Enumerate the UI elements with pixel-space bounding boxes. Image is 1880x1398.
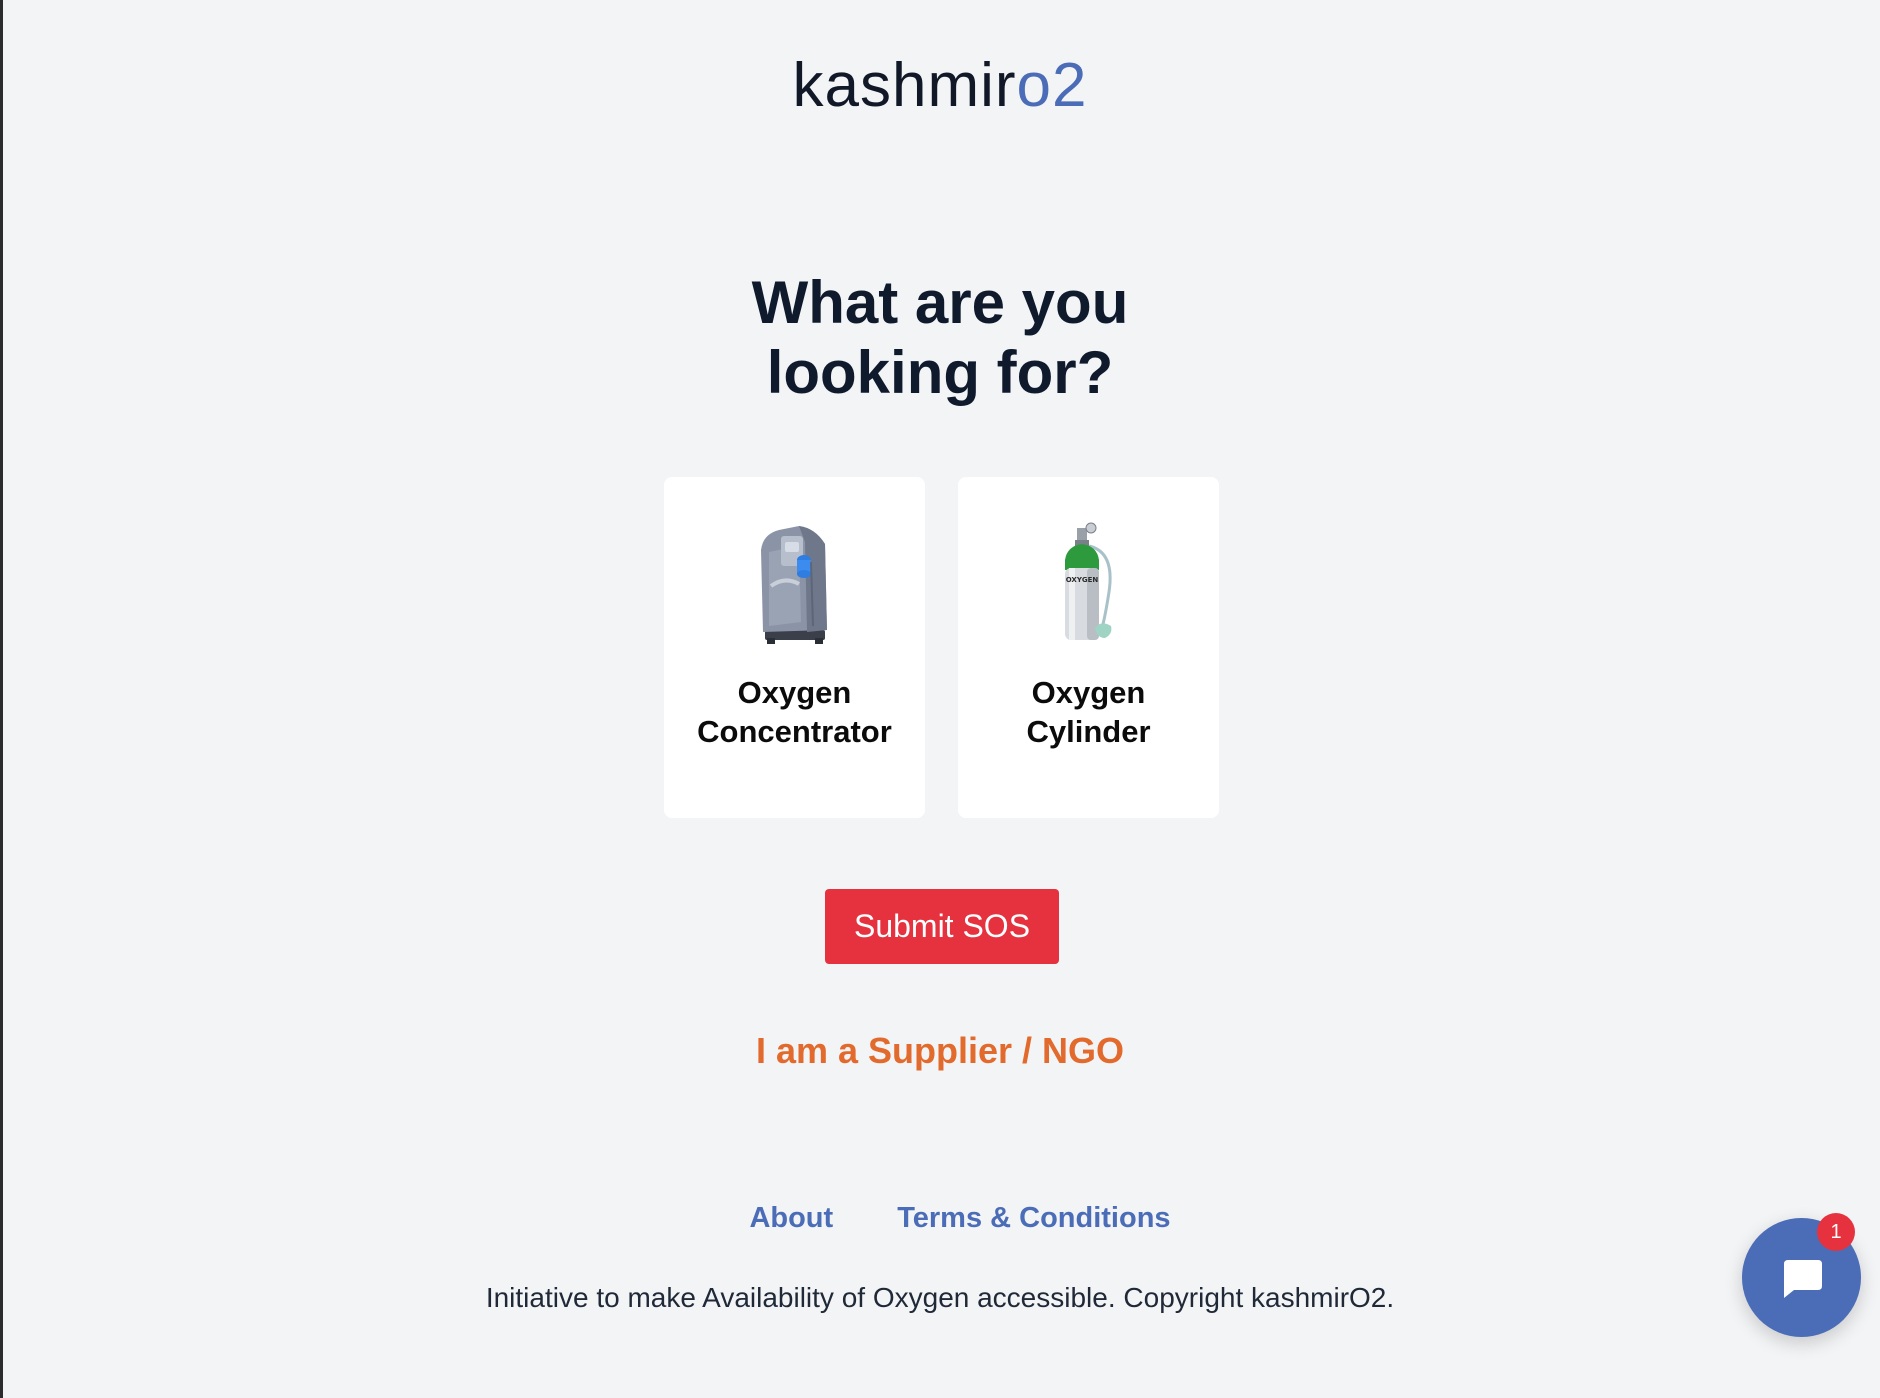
brand-name-main: kashmir — [792, 51, 1017, 120]
supplier-ngo-link-container: I am a Supplier / NGO — [0, 1029, 1880, 1073]
chat-unread-badge: 1 — [1817, 1213, 1855, 1251]
page-title-line1: What are you — [751, 269, 1129, 336]
option-label: Oxygen Cylinder — [958, 673, 1219, 751]
cylinder-oxygen-label: OXYGEN — [1065, 576, 1098, 584]
option-label-line1: Oxygen — [1031, 675, 1146, 710]
oxygen-concentrator-icon — [664, 522, 925, 647]
window-left-edge — [0, 0, 3, 1398]
submit-sos-button[interactable]: Submit SOS — [825, 889, 1059, 964]
page-title: What are you looking for? — [0, 268, 1880, 408]
option-label-line2: Cylinder — [1026, 714, 1151, 749]
footer-link-about[interactable]: About — [749, 1200, 833, 1236]
brand-name-accent: o2 — [1016, 51, 1088, 120]
page-title-line2: looking for? — [766, 339, 1114, 406]
option-card-oxygen-cylinder[interactable]: OXYGEN Oxygen Cylinder — [958, 477, 1219, 818]
option-label: Oxygen Concentrator — [664, 673, 925, 751]
supplier-ngo-link[interactable]: I am a Supplier / NGO — [756, 1030, 1124, 1071]
brand-logo[interactable]: kashmiro2 — [0, 50, 1880, 122]
oxygen-cylinder-icon: OXYGEN — [958, 522, 1219, 647]
footer-copyright: Initiative to make Availability of Oxyge… — [485, 1282, 1395, 1313]
chat-bubble-icon — [1780, 1258, 1824, 1305]
footer-links: About Terms & Conditions — [0, 1200, 1880, 1236]
option-card-oxygen-concentrator[interactable]: Oxygen Concentrator — [664, 477, 925, 818]
footer-link-terms[interactable]: Terms & Conditions — [897, 1200, 1170, 1236]
option-label-line2: Concentrator — [697, 714, 892, 749]
option-label-line1: Oxygen — [737, 675, 852, 710]
